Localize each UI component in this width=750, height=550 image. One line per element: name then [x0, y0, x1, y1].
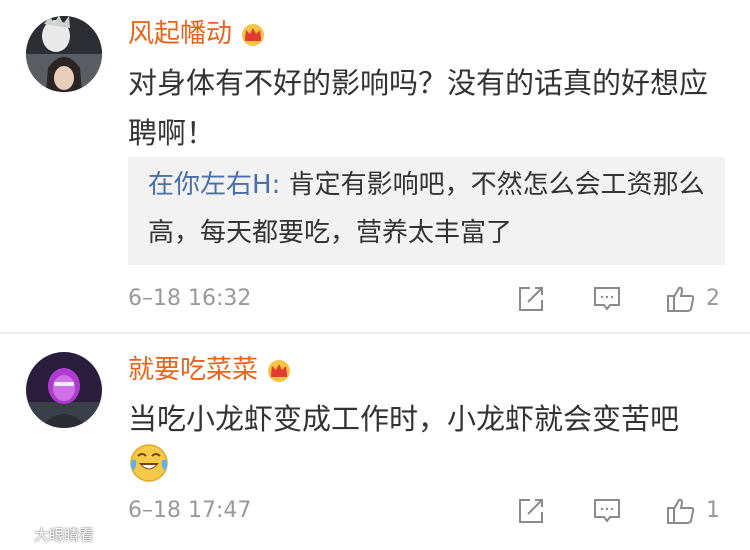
comment-text: 对身体有不好的影响吗？没有的话真的好想应聘啊！ [128, 66, 709, 150]
like-count: 2 [706, 286, 720, 311]
reply-separator: : [271, 170, 289, 200]
timestamp: 6–18 16:32 [128, 286, 252, 311]
username-row: 风起幡动 [128, 14, 268, 54]
avatar[interactable] [26, 16, 102, 92]
username[interactable]: 就要吃菜菜 [128, 350, 258, 390]
comment-icon[interactable] [592, 284, 622, 314]
thumbs-up-icon[interactable] [666, 284, 696, 314]
avatar[interactable] [26, 352, 102, 428]
username-row: 就要吃菜菜 [128, 350, 294, 390]
comment-meta: 6–18 16:32 2 [128, 282, 728, 316]
crown-icon [264, 357, 294, 383]
like-count: 1 [706, 498, 720, 523]
watermark-logo-icon [6, 522, 30, 546]
reply-box[interactable]: 在你左右H: 肯定有影响吧，不然怎么会工资那么高，每天都要吃，营养太丰富了 [128, 157, 725, 265]
timestamp: 6–18 17:47 [128, 498, 252, 523]
crown-icon [238, 21, 268, 47]
repost-icon[interactable] [516, 496, 546, 526]
comment-meta: 6–18 17:47 1 [128, 494, 728, 528]
thumbs-up-icon[interactable] [666, 496, 696, 526]
comment-icon[interactable] [592, 496, 622, 526]
comment-item: 风起幡动 对身体有不好的影响吗？没有的话真的好想应聘啊！ 在你左右H: 肯定有影… [0, 0, 750, 334]
watermark-text: 大眼睛看 [34, 525, 95, 544]
watermark: 大眼睛看 [6, 522, 94, 546]
username[interactable]: 风起幡动 [128, 14, 232, 54]
comment-text: 当吃小龙虾变成工作时，小龙虾就会变苦吧 [128, 402, 680, 436]
reply-username[interactable]: 在你左右H [148, 170, 272, 200]
comment-item: 就要吃菜菜 当吃小龙虾变成工作时，小龙虾就会变苦吧 6–18 17:47 1 [0, 334, 750, 550]
laughing-crying-emoji [128, 442, 170, 484]
repost-icon[interactable] [516, 284, 546, 314]
